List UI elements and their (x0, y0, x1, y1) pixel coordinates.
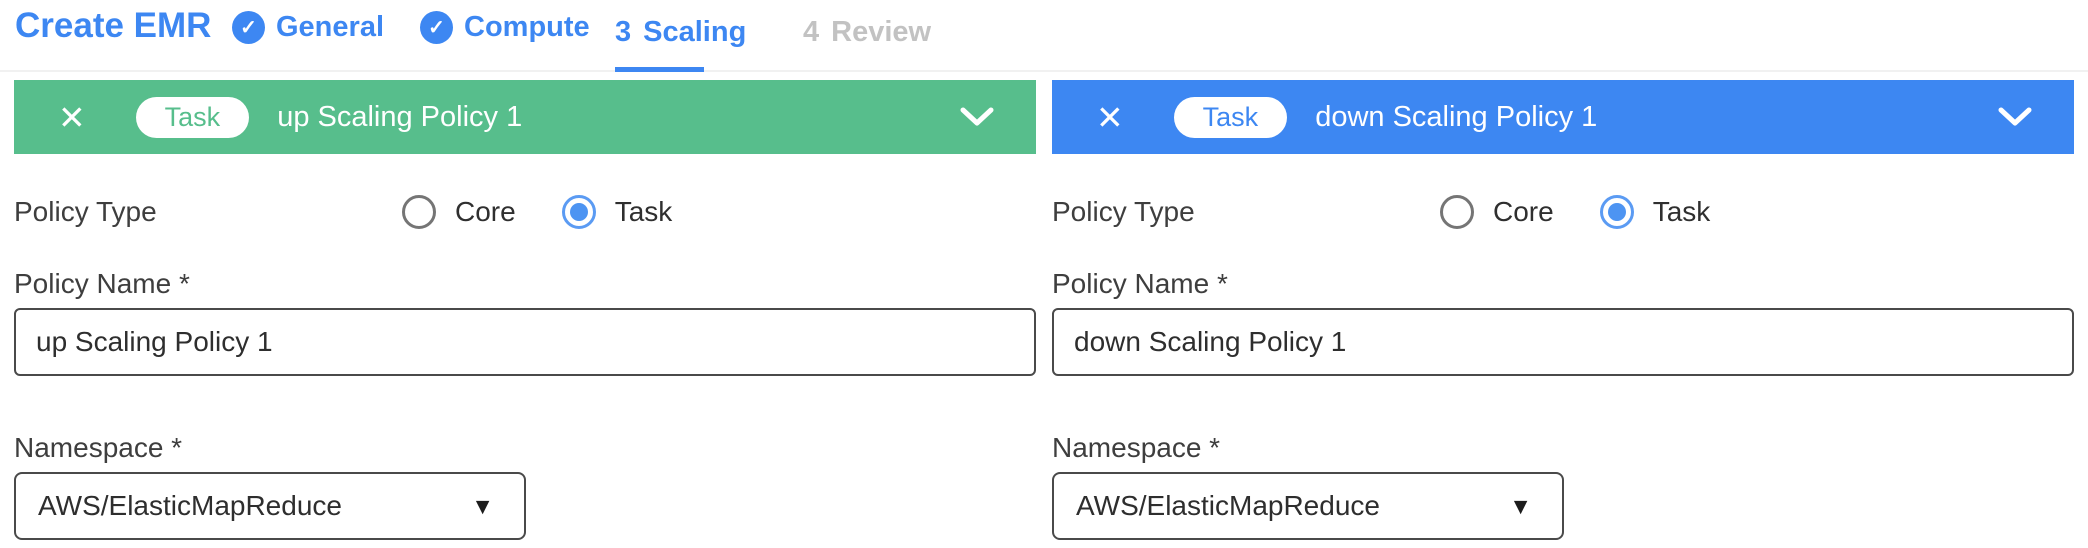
policy-name-input[interactable] (1052, 308, 2074, 376)
chevron-down-icon[interactable] (1998, 107, 2032, 127)
namespace-select[interactable]: AWS/ElasticMapReduce ▼ (14, 472, 526, 540)
caret-down-icon: ▼ (471, 495, 494, 518)
policy-type-label: Policy Type (14, 196, 157, 228)
step-scaling-label: Scaling (643, 16, 746, 49)
radio-core-label: Core (1493, 196, 1554, 228)
policy-name-label: Policy Name * (14, 268, 1036, 300)
panel-title: down Scaling Policy 1 (1315, 101, 1597, 134)
scale-up-policy-panel: ✕ Task up Scaling Policy 1 Policy Type C… (14, 80, 1036, 548)
radio-selected-icon[interactable] (1600, 195, 1634, 229)
namespace-selected-value: AWS/ElasticMapReduce (1076, 490, 1380, 522)
page-title: Create EMR (15, 6, 211, 46)
radio-task[interactable]: Task (1600, 195, 1711, 229)
namespace-label: Namespace * (1052, 432, 2074, 464)
radio-unselected-icon[interactable] (402, 195, 436, 229)
radio-task-label: Task (615, 196, 673, 228)
radio-task[interactable]: Task (562, 195, 673, 229)
namespace-selected-value: AWS/ElasticMapReduce (38, 490, 342, 522)
step-scaling-number: 3 (615, 16, 631, 49)
namespace-select[interactable]: AWS/ElasticMapReduce ▼ (1052, 472, 1564, 540)
caret-down-icon: ▼ (1509, 495, 1532, 518)
radio-core-label: Core (455, 196, 516, 228)
step-compute-label: Compute (464, 11, 590, 44)
policy-type-row: Policy Type Core Task (14, 194, 1036, 230)
step-review-number: 4 (803, 16, 819, 49)
close-icon[interactable]: ✕ (58, 101, 86, 134)
check-icon: ✓ (420, 11, 453, 44)
radio-task-label: Task (1653, 196, 1711, 228)
policy-name-input[interactable] (14, 308, 1036, 376)
radio-selected-icon[interactable] (562, 195, 596, 229)
radio-dot (570, 203, 588, 221)
step-scaling[interactable]: 3 Scaling (615, 16, 746, 49)
step-compute[interactable]: ✓ Compute (420, 11, 590, 44)
radio-core[interactable]: Core (1440, 195, 1554, 229)
chevron-down-icon[interactable] (960, 107, 994, 127)
policy-type-label: Policy Type (1052, 196, 1195, 228)
radio-dot (1608, 203, 1626, 221)
policy-name-label: Policy Name * (1052, 268, 2074, 300)
radio-core[interactable]: Core (402, 195, 516, 229)
wizard-header: Create EMR ✓ General ✓ Compute 3 Scaling… (0, 0, 2088, 72)
step-general-label: General (276, 11, 384, 44)
step-review-label: Review (831, 16, 931, 49)
policy-type-badge: Task (136, 97, 250, 138)
step-review[interactable]: 4 Review (803, 16, 931, 49)
step-general[interactable]: ✓ General (232, 11, 384, 44)
scale-down-panel-header[interactable]: ✕ Task down Scaling Policy 1 (1052, 80, 2074, 154)
scale-down-policy-panel: ✕ Task down Scaling Policy 1 Policy Type… (1052, 80, 2074, 548)
policy-type-row: Policy Type Core Task (1052, 194, 2074, 230)
namespace-label: Namespace * (14, 432, 1036, 464)
scale-up-panel-header[interactable]: ✕ Task up Scaling Policy 1 (14, 80, 1036, 154)
radio-unselected-icon[interactable] (1440, 195, 1474, 229)
panel-title: up Scaling Policy 1 (277, 101, 522, 134)
policy-type-badge: Task (1174, 97, 1288, 138)
check-icon: ✓ (232, 11, 265, 44)
close-icon[interactable]: ✕ (1096, 101, 1124, 134)
active-step-underline (615, 67, 704, 72)
policy-type-radio-group: Core Task (1440, 194, 1710, 230)
policy-type-radio-group: Core Task (402, 194, 672, 230)
